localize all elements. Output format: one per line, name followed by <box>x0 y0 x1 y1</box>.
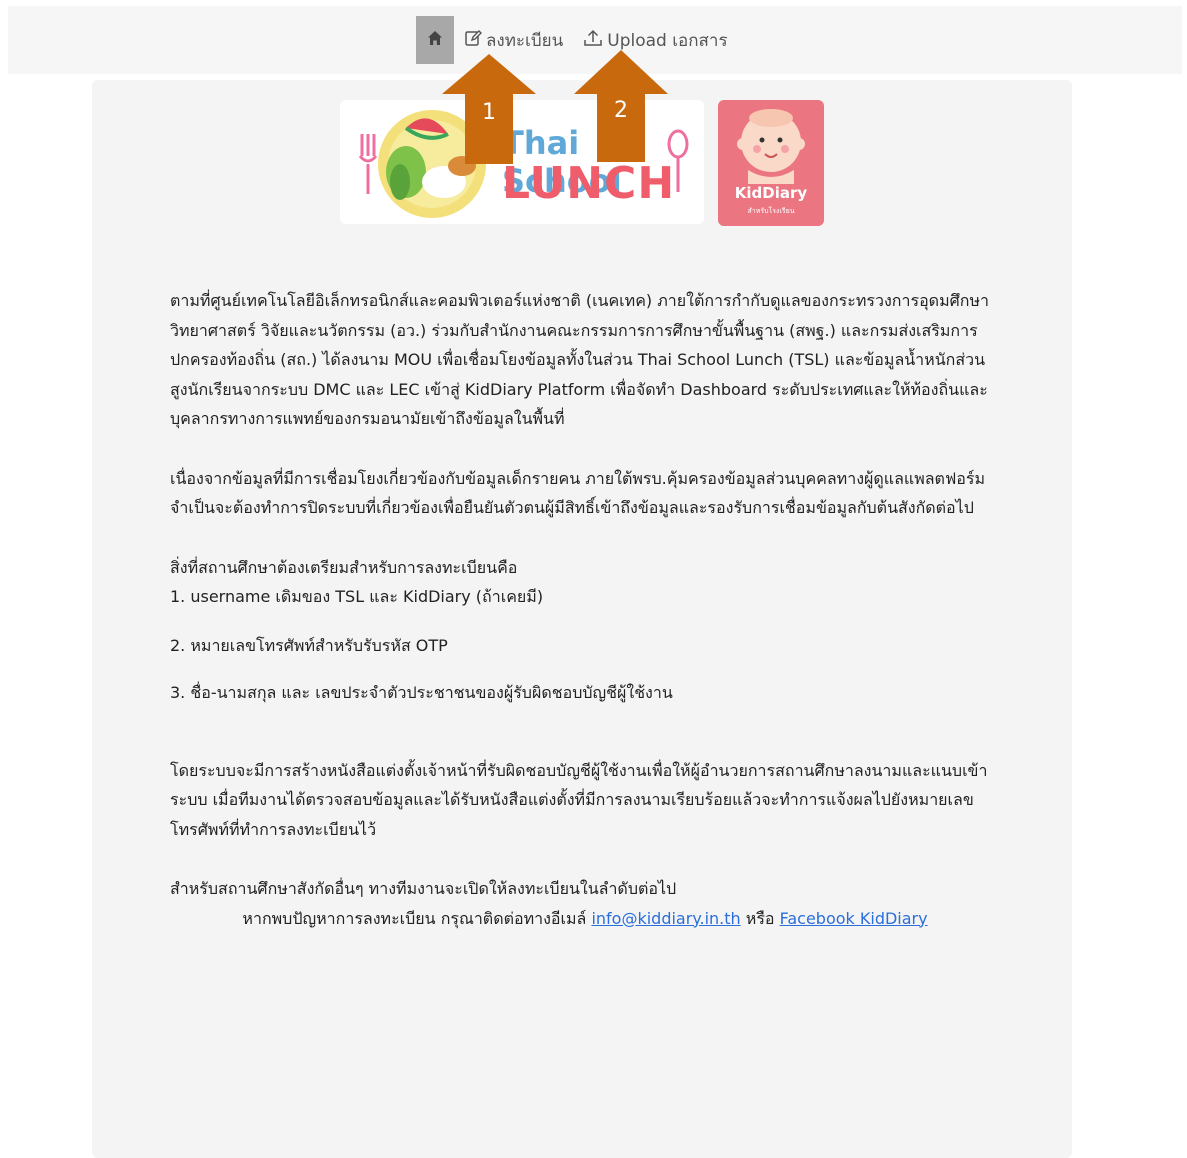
register-label: ลงทะเบียน <box>486 30 564 51</box>
paragraph-appointment: โดยระบบจะมีการสร้างหนังสือแต่งตั้งเจ้าหน… <box>170 760 988 839</box>
paragraph-mou: ตามที่ศูนย์เทคโนโลยีอิเล็กทรอนิกส์และคอม… <box>170 291 989 428</box>
announcement-text: ตามที่ศูนย์เทคโนโลยีอิเล็กทรอนิกส์และคอม… <box>170 286 1000 933</box>
kiddiary-logo-subtitle: สำหรับโรงเรียน <box>747 207 795 215</box>
register-link[interactable]: ลงทะเบียน <box>464 27 563 54</box>
home-icon <box>427 30 443 50</box>
tsl-lunch-text: LUNCH <box>502 158 676 209</box>
prep-item-1: 1. username เดิมของ TSL และ KidDiary (ถ้… <box>170 587 544 606</box>
kiddiary-logo: KidDiary สำหรับโรงเรียน <box>718 100 824 226</box>
annotation-arrow-1: 1 <box>442 54 536 164</box>
prep-item-2: 2. หมายเลขโทรศัพท์สำหรับรับรหัส OTP <box>170 635 448 655</box>
contact-prefix: หากพบปัญหาการลงทะเบียน กรุณาติดต่อทางอีเ… <box>242 908 587 928</box>
edit-icon <box>464 29 482 52</box>
facebook-link[interactable]: Facebook KidDiary <box>780 909 928 928</box>
arrow-2-label: 2 <box>614 98 628 123</box>
arrow-1-label: 1 <box>482 100 496 125</box>
contact-or: หรือ <box>745 908 775 928</box>
paragraph-privacy: เนื่องจากข้อมูลที่มีการเชื่อมโยงเกี่ยวข้… <box>170 468 986 518</box>
annotation-arrow-2: 2 <box>574 50 668 162</box>
contact-email-link[interactable]: info@kiddiary.in.th <box>591 909 740 928</box>
prep-heading: สิ่งที่สถานศึกษาต้องเตรียมสำหรับการลงทะเ… <box>170 557 518 577</box>
upload-icon <box>583 29 603 52</box>
paragraph-other-schools: สำหรับสถานศึกษาสังกัดอื่นๆ ทางทีมงานจะเป… <box>170 879 677 898</box>
kiddiary-logo-title: KidDiary <box>734 184 808 202</box>
prep-item-3: 3. ชื่อ-นามสกุล และ เลขประจำตัวประชาชนขอ… <box>170 683 673 702</box>
contact-line: หากพบปัญหาการลงทะเบียน กรุณาติดต่อทางอีเ… <box>170 904 1000 934</box>
